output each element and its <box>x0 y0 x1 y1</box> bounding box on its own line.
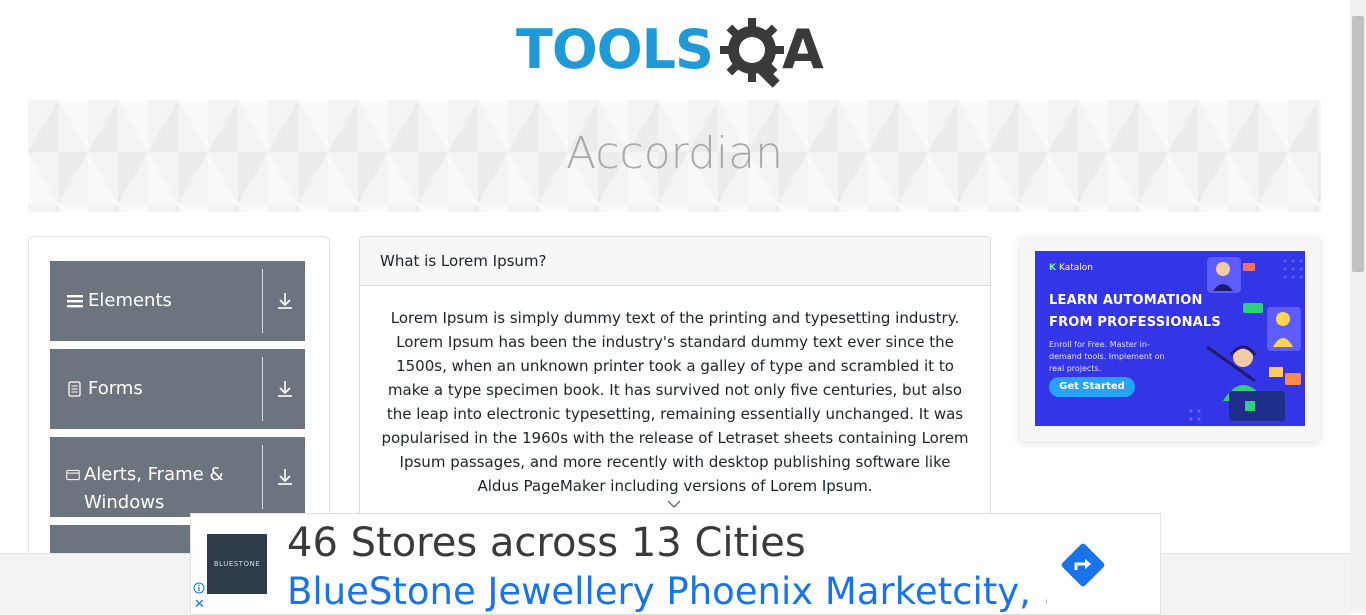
accordion-section-1-heading[interactable]: What is Lorem Ipsum? <box>360 237 990 286</box>
divider <box>262 445 263 509</box>
window-icon <box>66 469 80 481</box>
menu-group-label: Forms <box>88 378 143 399</box>
document-icon <box>68 381 81 397</box>
menu-group-alerts-frame-windows[interactable]: Alerts, Frame & Windows <box>50 437 305 517</box>
side-ad-banner[interactable]: K Katalon LEARN AUTOMATION FROM PROFESSIO… <box>1035 251 1305 426</box>
menu-group-label: Alerts, Frame & Windows <box>83 464 224 513</box>
download-arrow-icon[interactable] <box>275 467 295 487</box>
side-ad-subtext: Enroll for Free. Master in-demand tools.… <box>1049 340 1165 373</box>
hamburger-icon <box>67 295 83 308</box>
bottom-ad-title: 46 Stores across 13 Cities <box>287 520 806 566</box>
bottom-ad-banner[interactable]: BLUESTONE 46 Stores across 13 Cities Blu… <box>190 513 1161 615</box>
page-title: Accordian <box>566 128 783 179</box>
side-ad-card: K Katalon LEARN AUTOMATION FROM PROFESSIO… <box>1020 236 1320 441</box>
bluestone-logo: BLUESTONE <box>207 534 267 594</box>
katalon-logo-icon: K <box>1049 263 1056 273</box>
side-ad-illustration <box>1189 257 1303 421</box>
menu-group-label: Elements <box>88 290 172 311</box>
side-ad-brand: K Katalon <box>1049 263 1093 273</box>
divider <box>262 269 263 333</box>
logo-tools-text: TOOLS <box>516 18 714 81</box>
get-started-button[interactable]: Get Started <box>1049 377 1135 397</box>
accordion-section-1-content: Lorem Ipsum is simply dummy text of the … <box>381 309 969 495</box>
info-icon[interactable] <box>193 582 205 594</box>
scrollbar-thumb[interactable] <box>1352 16 1364 272</box>
side-ad-headline-1: LEARN AUTOMATION <box>1049 293 1203 308</box>
download-arrow-icon[interactable] <box>275 291 295 311</box>
bottom-ad-link[interactable]: BlueStone Jewellery Phoenix Marketcity, … <box>287 570 1047 613</box>
page-banner: Accordian <box>28 100 1321 212</box>
divider <box>262 357 263 421</box>
toolsqa-logo[interactable]: TOOLS A <box>514 16 838 90</box>
chevron-down-icon <box>667 500 681 508</box>
close-icon[interactable]: ✕ <box>194 598 205 611</box>
logo-a-text: A <box>782 18 824 81</box>
menu-group-forms[interactable]: Forms <box>50 349 305 429</box>
page-scrollbar[interactable] <box>1350 0 1366 613</box>
download-arrow-icon[interactable] <box>275 379 295 399</box>
directions-icon[interactable] <box>1060 542 1106 588</box>
menu-group-elements[interactable]: Elements <box>50 261 305 341</box>
accordion: What is Lorem Ipsum? Lorem Ipsum is simp… <box>359 236 991 538</box>
